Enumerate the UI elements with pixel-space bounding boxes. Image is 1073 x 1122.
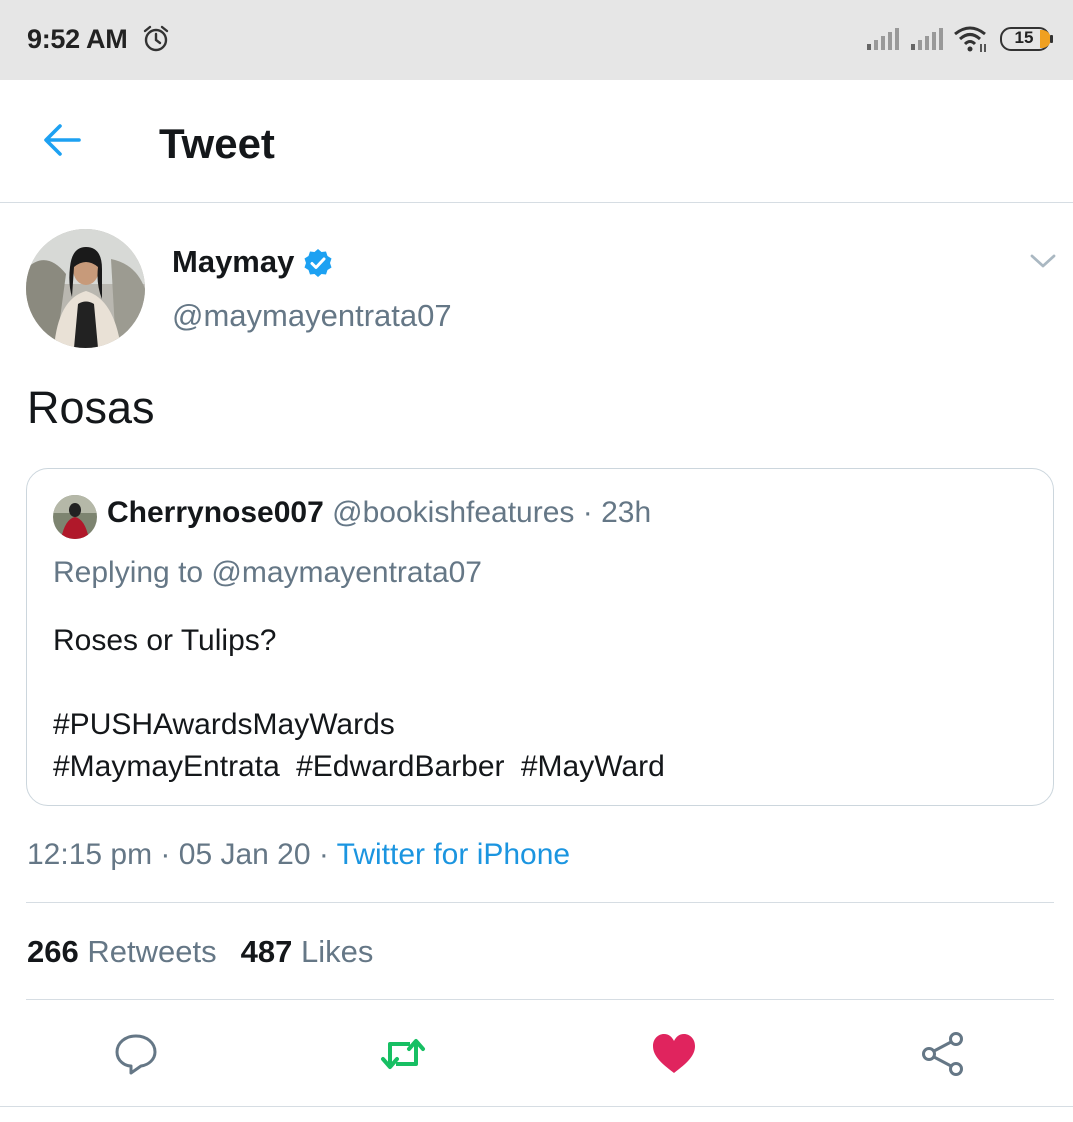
- quoted-author-name: Cherrynose007: [107, 496, 324, 529]
- divider: [0, 1106, 1073, 1107]
- reply-icon[interactable]: [113, 1031, 159, 1077]
- alarm-icon: [143, 25, 169, 52]
- wifi-icon: [954, 26, 986, 52]
- retweets-label: Retweets: [87, 934, 217, 969]
- divider: [26, 902, 1054, 903]
- likes-count: 487: [240, 934, 293, 969]
- tweet-stats: 266 Retweets 487 Likes: [27, 934, 373, 970]
- share-icon[interactable]: [920, 1031, 966, 1077]
- author-name[interactable]: Maymay: [172, 244, 294, 280]
- retweet-icon[interactable]: [380, 1031, 426, 1077]
- status-time: 9:52 AM: [27, 24, 128, 54]
- replying-to: Replying to @maymayentrata07: [53, 556, 482, 589]
- separator: ·: [152, 838, 179, 871]
- quoted-time: · 23h: [582, 496, 652, 529]
- tweet-text: Rosas: [27, 382, 155, 433]
- divider: [26, 999, 1054, 1000]
- quoted-header: Cherrynose007 @bookishfeatures · 23h: [107, 496, 651, 530]
- avatar[interactable]: [26, 229, 145, 348]
- signal-icon: [867, 28, 899, 50]
- back-arrow-icon[interactable]: [42, 122, 82, 158]
- page-title: Tweet: [159, 120, 275, 167]
- retweets-stat[interactable]: 266 Retweets: [27, 934, 217, 969]
- like-icon[interactable]: [651, 1031, 697, 1077]
- chevron-down-icon[interactable]: [1029, 251, 1057, 271]
- author-handle[interactable]: @maymayentrata07: [172, 298, 452, 334]
- header: Tweet: [0, 80, 1073, 203]
- separator: ·: [310, 838, 337, 871]
- quoted-avatar: [53, 495, 97, 539]
- quoted-hashtags: #MaymayEntrata #EdwardBarber #MayWard: [53, 750, 665, 783]
- tweet-date: 05 Jan 20: [178, 838, 311, 871]
- likes-stat[interactable]: 487 Likes: [241, 934, 374, 969]
- signal-icon: [911, 28, 943, 50]
- tweet-meta: 12:15 pm · 05 Jan 20 · Twitter for iPhon…: [27, 838, 570, 872]
- battery-level: 15: [1014, 28, 1034, 47]
- quoted-text: Roses or Tulips?: [53, 624, 277, 657]
- likes-label: Likes: [300, 934, 374, 969]
- tweet-time: 12:15 pm: [27, 838, 153, 871]
- retweets-count: 266: [27, 934, 79, 969]
- tweet-source-link[interactable]: Twitter for iPhone: [337, 838, 570, 871]
- quoted-hashtags: #PUSHAwardsMayWards: [53, 708, 395, 741]
- quoted-tweet[interactable]: Cherrynose007 @bookishfeatures · 23h Rep…: [26, 468, 1054, 806]
- quoted-author-handle: @bookishfeatures: [332, 496, 575, 529]
- verified-badge-icon: [304, 249, 332, 277]
- status-bar: 9:52 AM 15: [0, 0, 1073, 80]
